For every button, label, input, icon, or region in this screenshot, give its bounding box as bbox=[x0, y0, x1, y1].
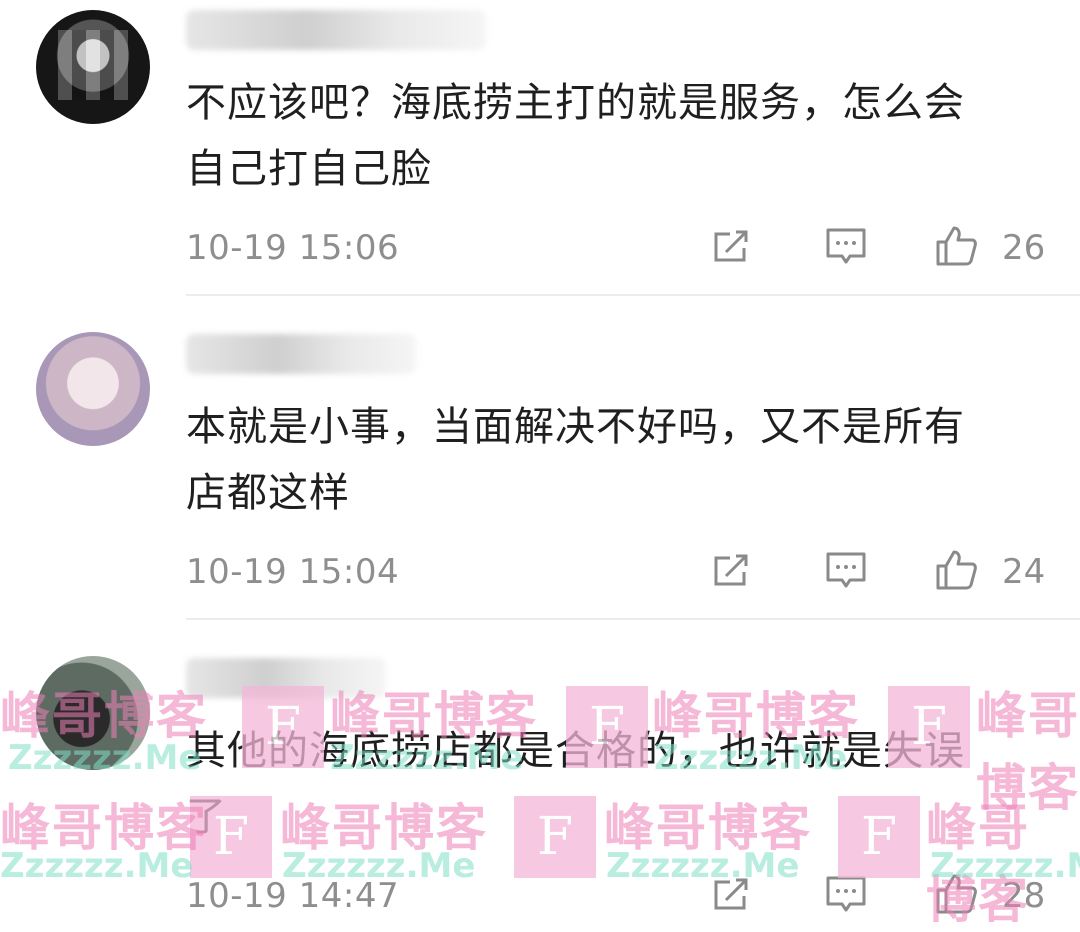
like-count: 28 bbox=[1002, 876, 1046, 916]
like-count: 24 bbox=[1002, 552, 1046, 592]
watermark-text: 峰哥博客 bbox=[0, 799, 208, 857]
comment-text: 不应该吧？海底捞主打的就是服务，怎么会 自己打自己脸 bbox=[186, 80, 965, 192]
comment-icon[interactable] bbox=[824, 224, 868, 268]
thumbs-up-icon[interactable] bbox=[934, 872, 978, 916]
like-count: 26 bbox=[1002, 228, 1046, 268]
avatar[interactable] bbox=[36, 332, 150, 446]
timestamp: 10-19 15:04 bbox=[186, 552, 400, 592]
comment-icon[interactable] bbox=[824, 872, 868, 916]
share-icon[interactable] bbox=[710, 548, 754, 592]
comment-meta: 10-19 15:06 26 bbox=[186, 222, 1046, 272]
share-icon[interactable] bbox=[710, 872, 754, 916]
share-icon[interactable] bbox=[710, 224, 754, 268]
thumbs-up-icon[interactable] bbox=[934, 224, 978, 268]
username-blurred[interactable] bbox=[186, 658, 386, 698]
comment-meta: 10-19 15:04 24 bbox=[186, 546, 1046, 596]
divider bbox=[186, 294, 1080, 296]
comment-text: 其他的海底捞店都是合格的，也许就是失误 了 bbox=[186, 728, 965, 840]
avatar[interactable] bbox=[36, 10, 150, 124]
thumbs-up-icon[interactable] bbox=[934, 548, 978, 592]
divider bbox=[186, 618, 1080, 620]
username-blurred[interactable] bbox=[186, 10, 486, 50]
avatar[interactable] bbox=[36, 656, 150, 770]
comment-icon[interactable] bbox=[824, 548, 868, 592]
username-blurred[interactable] bbox=[186, 334, 416, 374]
timestamp: 10-19 15:06 bbox=[186, 228, 400, 268]
timestamp: 10-19 14:47 bbox=[186, 876, 400, 916]
comment-text: 本就是小事，当面解决不好吗，又不是所有 店都这样 bbox=[186, 404, 965, 516]
comment-meta: 10-19 14:47 28 bbox=[186, 870, 1046, 920]
watermark-domain: Zzzzzz.Me bbox=[0, 846, 194, 886]
